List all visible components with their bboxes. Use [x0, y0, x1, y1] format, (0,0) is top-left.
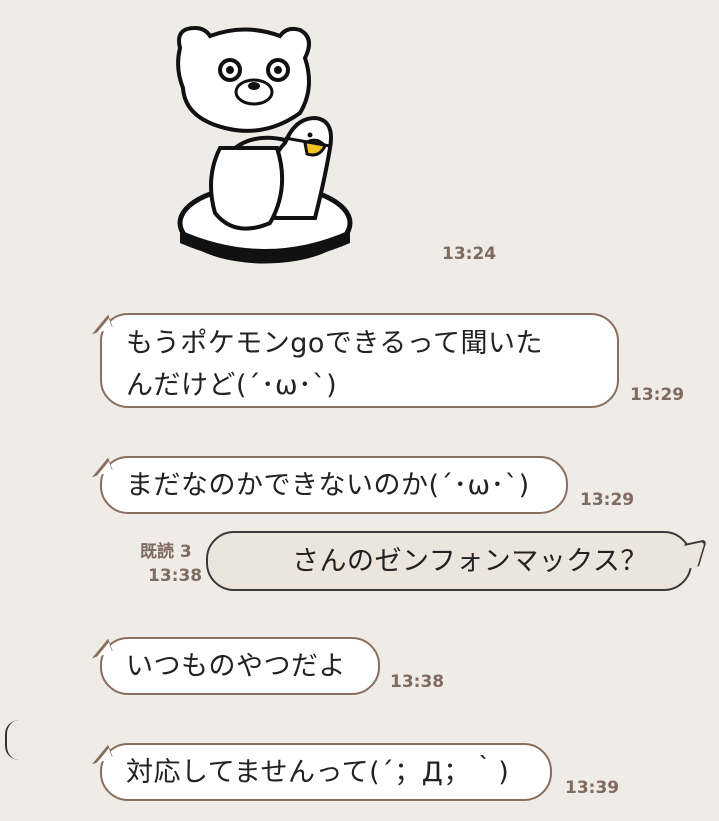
message-bubble[interactable]: 対応してませんって(´；Д；｀) [100, 743, 552, 801]
message-text: まだなのかできないのか(´･ω･`) [126, 470, 530, 501]
message-text-line: んだけど(´･ω･`) [126, 370, 338, 401]
bear-riding-duck-sticker [165, 18, 365, 268]
message-text: いつものやつだよ [126, 651, 346, 682]
message-text-line: もうポケモンgoできるって聞いた [126, 328, 543, 359]
decorative-mark [5, 720, 19, 760]
message-timestamp: 13:38 [390, 672, 445, 692]
message-bubble[interactable]: いつものやつだよ [100, 637, 380, 695]
message-timestamp: 13:29 [580, 490, 635, 510]
sticker-timestamp: 13:24 [442, 244, 497, 264]
message-bubble[interactable]: もうポケモンgoできるって聞いた んだけど(´･ω･`) [100, 313, 619, 408]
message-timestamp: 13:38 [148, 566, 203, 586]
message-bubble[interactable]: まだなのかできないのか(´･ω･`) [100, 456, 568, 514]
message-timestamp: 13:39 [565, 778, 620, 798]
read-receipt: 既読 3 [140, 542, 192, 562]
message-timestamp: 13:29 [630, 385, 685, 405]
message-text: さんのゼンフォンマックス？ [292, 546, 648, 577]
message-text: 対応してませんって(´；Д；｀) [126, 757, 510, 788]
message-bubble[interactable]: さんのゼンフォンマックス？ [206, 531, 692, 591]
